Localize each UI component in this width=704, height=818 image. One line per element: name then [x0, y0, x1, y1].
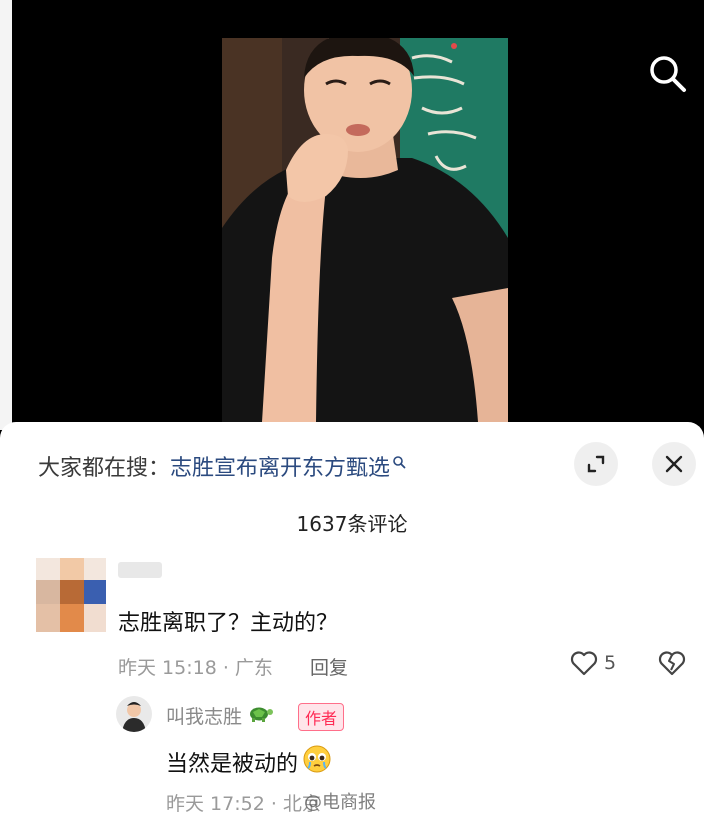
close-button[interactable]: [652, 442, 696, 486]
commenter-avatar[interactable]: [36, 558, 106, 632]
broken-heart-icon[interactable]: [658, 650, 686, 680]
like-button[interactable]: 5: [570, 650, 616, 676]
reply-button[interactable]: 回复: [310, 653, 348, 680]
commenter-name-blurred[interactable]: [118, 562, 162, 578]
reply-author-name: 叫我志胜: [166, 706, 243, 728]
small-search-icon: [392, 450, 406, 475]
reply-meta: 昨天 17:52 · 北京: [166, 793, 321, 815]
comment-sheet: 大家都在搜： 志胜宣布离开东方甄选 1637条评论 志胜离职了？主动的？ 昨天 …: [0, 422, 704, 818]
app-screen: 大家都在搜： 志胜宣布离开东方甄选 1637条评论 志胜离职了？主动的？ 昨天 …: [0, 0, 704, 818]
left-edge-strip: [0, 0, 12, 430]
close-icon: [665, 455, 683, 473]
expand-button[interactable]: [574, 442, 618, 486]
video-frame[interactable]: [222, 38, 508, 422]
expand-icon: [587, 455, 605, 473]
author-badge: 作者: [298, 703, 345, 731]
hot-search-prefix: 大家都在搜：: [38, 456, 171, 481]
comment-text: 志胜离职了？主动的？: [118, 611, 339, 636]
video-thumbnail: [222, 38, 508, 422]
reply-text: 当然是被动的: [166, 744, 332, 780]
hot-search-link[interactable]: 大家都在搜： 志胜宣布离开东方甄选: [38, 450, 406, 482]
teary-face-emoji-icon: [302, 744, 332, 780]
watermark: @电商报: [304, 792, 376, 813]
author-avatar[interactable]: [116, 696, 152, 732]
reply-text-content: 当然是被动的: [166, 752, 299, 777]
like-count: 5: [604, 652, 617, 674]
reply-author[interactable]: 叫我志胜: [166, 702, 274, 729]
video-player[interactable]: [0, 0, 704, 430]
heart-icon: [570, 651, 598, 676]
comment-count: 1637条评论: [296, 512, 408, 536]
hot-search-term[interactable]: 志胜宣布离开东方甄选: [170, 450, 390, 482]
comment-meta: 昨天 15:18 · 广东: [118, 657, 273, 679]
search-icon[interactable]: [646, 52, 690, 96]
turtle-icon: [246, 702, 274, 729]
